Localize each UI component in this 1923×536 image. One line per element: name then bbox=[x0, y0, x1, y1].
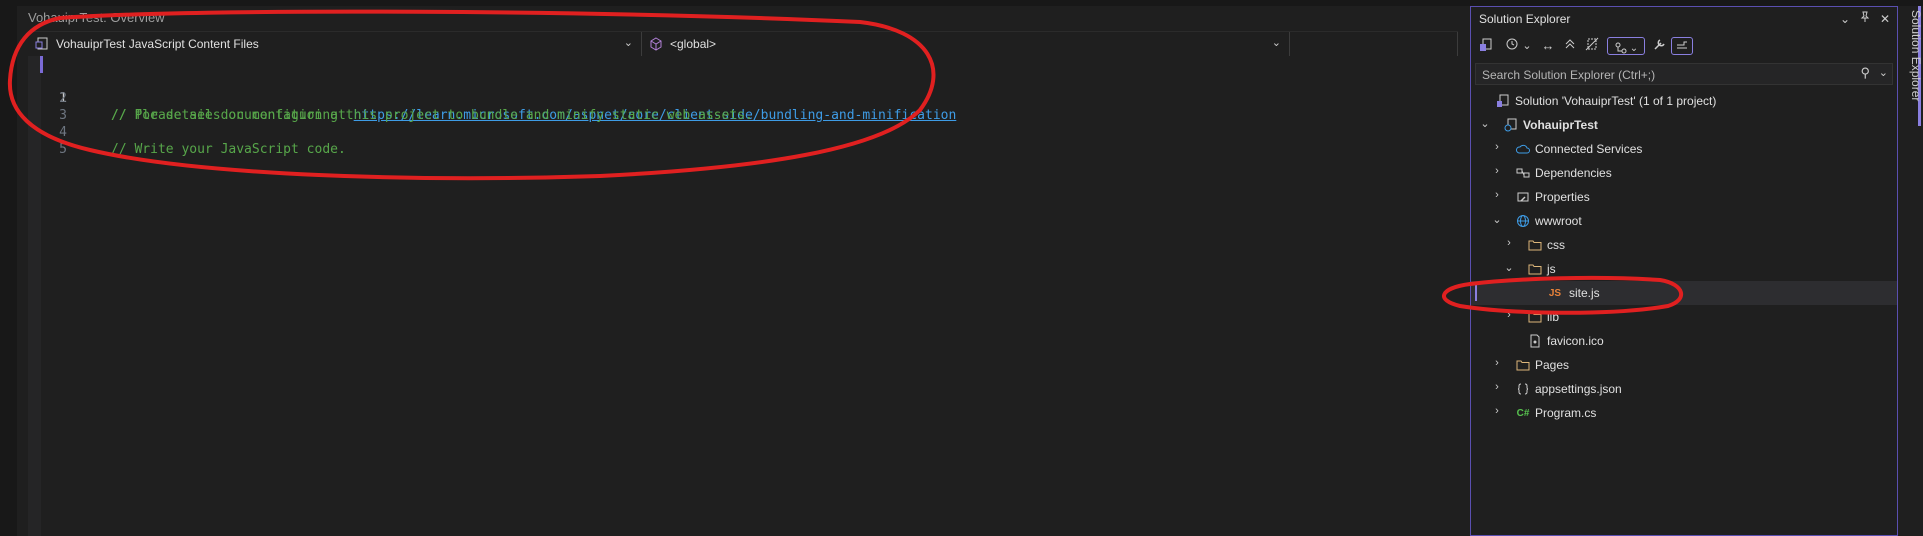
current-line-indicator bbox=[40, 56, 43, 73]
chevron-right-icon[interactable]: › bbox=[1491, 357, 1503, 369]
namespace-cube-icon bbox=[648, 36, 664, 52]
tree-item-site-js[interactable]: JS site.js bbox=[1471, 281, 1897, 305]
folder-icon bbox=[1527, 309, 1543, 325]
tree-item-label: Program.cs bbox=[1535, 406, 1597, 420]
history-icon[interactable] bbox=[1503, 37, 1521, 55]
code-text: // Write your JavaScript code. bbox=[111, 142, 346, 157]
tree-item-properties[interactable]: › Properties bbox=[1471, 185, 1897, 209]
chevron-right-icon[interactable]: › bbox=[1491, 405, 1503, 417]
tree-item-lib-folder[interactable]: › lib bbox=[1471, 305, 1897, 329]
dependencies-icon bbox=[1515, 165, 1531, 181]
chevron-down-icon: ⌄ bbox=[1271, 37, 1281, 49]
tree-item-label: favicon.ico bbox=[1547, 334, 1604, 348]
chevron-right-icon[interactable]: › bbox=[1503, 309, 1515, 321]
solution-explorer-side-tab[interactable]: Solution Explorer bbox=[1900, 6, 1923, 130]
tree-item-label: appsettings.json bbox=[1535, 382, 1622, 396]
tree-item-label: site.js bbox=[1569, 286, 1600, 300]
tree-item-dependencies[interactable]: › Dependencies bbox=[1471, 161, 1897, 185]
solution-explorer-toolbar: ⌄ ↔ ⌄ bbox=[1471, 33, 1897, 59]
tree-item-solution[interactable]: Solution 'VohauiprTest' (1 of 1 project) bbox=[1471, 89, 1897, 113]
collapse-all-icon[interactable] bbox=[1561, 37, 1579, 55]
search-options-chevron-icon[interactable]: ⌄ bbox=[1879, 66, 1888, 79]
tree-item-label: Dependencies bbox=[1535, 166, 1612, 180]
search-icon[interactable]: ⚲ bbox=[1860, 65, 1870, 81]
csharp-file-icon: C# bbox=[1516, 407, 1530, 419]
code-line[interactable]: 4 // Write your JavaScript code. bbox=[28, 107, 1458, 157]
pin-icon[interactable] bbox=[1857, 11, 1873, 27]
tree-item-label: Solution 'VohauiprTest' (1 of 1 project) bbox=[1515, 94, 1717, 108]
project-combo[interactable]: VohauiprTest JavaScript Content Files ⌄ bbox=[28, 32, 642, 56]
tree-item-program-cs[interactable]: › C# Program.cs bbox=[1471, 401, 1897, 425]
javascript-file-icon: JS bbox=[1548, 287, 1562, 299]
folder-icon bbox=[1527, 237, 1543, 253]
chevron-down-icon[interactable]: ⌄ bbox=[1503, 261, 1515, 274]
tree-item-label: wwwroot bbox=[1535, 214, 1582, 228]
tree-item-label: Pages bbox=[1535, 358, 1570, 372]
chevron-right-icon[interactable]: › bbox=[1491, 165, 1503, 177]
chevron-down-icon[interactable]: ⌄ bbox=[1479, 117, 1491, 130]
navigation-bar: VohauiprTest JavaScript Content Files ⌄ … bbox=[28, 31, 1458, 57]
tree-item-label: lib bbox=[1547, 310, 1560, 324]
scope-combo-label: <global> bbox=[670, 37, 717, 51]
folder-open-icon bbox=[1527, 261, 1543, 277]
tree-item-project[interactable]: ⌄ VohauiprTest bbox=[1471, 113, 1897, 137]
chevron-right-icon[interactable]: › bbox=[1491, 189, 1503, 201]
tree-item-css-folder[interactable]: › css bbox=[1471, 233, 1897, 257]
left-tool-strip bbox=[0, 0, 17, 536]
pending-changes-filter-icon[interactable]: ⌄ bbox=[1607, 37, 1645, 55]
web-project-icon bbox=[1503, 117, 1519, 133]
solution-explorer-header: Solution Explorer ⌄ ✕ bbox=[1471, 7, 1897, 31]
preview-selected-items-icon[interactable] bbox=[1671, 37, 1693, 55]
tree-item-pages-folder[interactable]: › Pages bbox=[1471, 353, 1897, 377]
history-dropdown-chevron-icon[interactable]: ⌄ bbox=[1521, 37, 1533, 55]
solution-icon bbox=[1495, 93, 1511, 109]
code-line[interactable]: 3 bbox=[28, 90, 1458, 123]
tree-item-label: VohauiprTest bbox=[1523, 118, 1598, 132]
globe-icon bbox=[1515, 213, 1531, 229]
tree-item-label: css bbox=[1547, 238, 1565, 252]
panel-title: Solution Explorer bbox=[1479, 12, 1571, 26]
properties-wrench-icon bbox=[1515, 189, 1531, 205]
chevron-right-icon[interactable]: › bbox=[1491, 381, 1503, 393]
chevron-down-icon[interactable]: ⌄ bbox=[1491, 213, 1503, 226]
sync-with-active-document-icon[interactable]: ↔ bbox=[1539, 37, 1557, 55]
solution-search-box[interactable]: ⚲ ⌄ bbox=[1475, 63, 1893, 85]
tree-item-js-folder[interactable]: ⌄ js bbox=[1471, 257, 1897, 281]
line-number: 5 bbox=[59, 142, 67, 157]
project-combo-label: VohauiprTest JavaScript Content Files bbox=[56, 37, 259, 51]
json-file-icon bbox=[1515, 381, 1531, 397]
chevron-down-icon: ⌄ bbox=[623, 37, 633, 49]
chevron-right-icon[interactable]: › bbox=[1491, 141, 1503, 153]
tree-item-wwwroot[interactable]: ⌄ wwwroot bbox=[1471, 209, 1897, 233]
show-all-files-icon[interactable] bbox=[1583, 37, 1601, 55]
tree-item-label: js bbox=[1547, 262, 1556, 276]
tree-item-label: Properties bbox=[1535, 190, 1590, 204]
selection-indicator bbox=[1475, 285, 1477, 301]
code-line[interactable]: 5 bbox=[28, 124, 1458, 157]
editor-tab-title[interactable]: VohauiprTest: Overview bbox=[28, 10, 165, 25]
cloud-icon bbox=[1515, 141, 1531, 157]
tree-item-appsettings[interactable]: › appsettings.json bbox=[1471, 377, 1897, 401]
tree-item-connected-services[interactable]: › Connected Services bbox=[1471, 137, 1897, 161]
code-editor[interactable]: 1 // Please see documentation at https:/… bbox=[28, 56, 1458, 536]
scope-combo[interactable]: <global> ⌄ bbox=[642, 32, 1290, 56]
search-input[interactable] bbox=[1480, 66, 1854, 84]
file-icon bbox=[1527, 333, 1543, 349]
folder-icon bbox=[1515, 357, 1531, 373]
project-file-icon bbox=[34, 36, 50, 52]
chevron-right-icon[interactable]: › bbox=[1503, 237, 1515, 249]
close-icon[interactable]: ✕ bbox=[1877, 11, 1893, 27]
code-line[interactable]: 1 // Please see documentation at https:/… bbox=[28, 56, 1458, 123]
code-line[interactable]: 2 // for details on configuring this pro… bbox=[28, 73, 1458, 123]
switch-views-icon[interactable] bbox=[1477, 37, 1495, 55]
properties-wrench-icon[interactable] bbox=[1651, 37, 1669, 55]
tree-item-favicon[interactable]: favicon.ico bbox=[1471, 329, 1897, 353]
window-menu-chevron-icon[interactable]: ⌄ bbox=[1837, 11, 1853, 27]
solution-explorer-panel: Solution Explorer ⌄ ✕ ⌄ ↔ ⌄ Search Solut… bbox=[1470, 6, 1898, 536]
tree-item-label: Connected Services bbox=[1535, 142, 1643, 156]
member-combo[interactable] bbox=[1290, 32, 1458, 56]
